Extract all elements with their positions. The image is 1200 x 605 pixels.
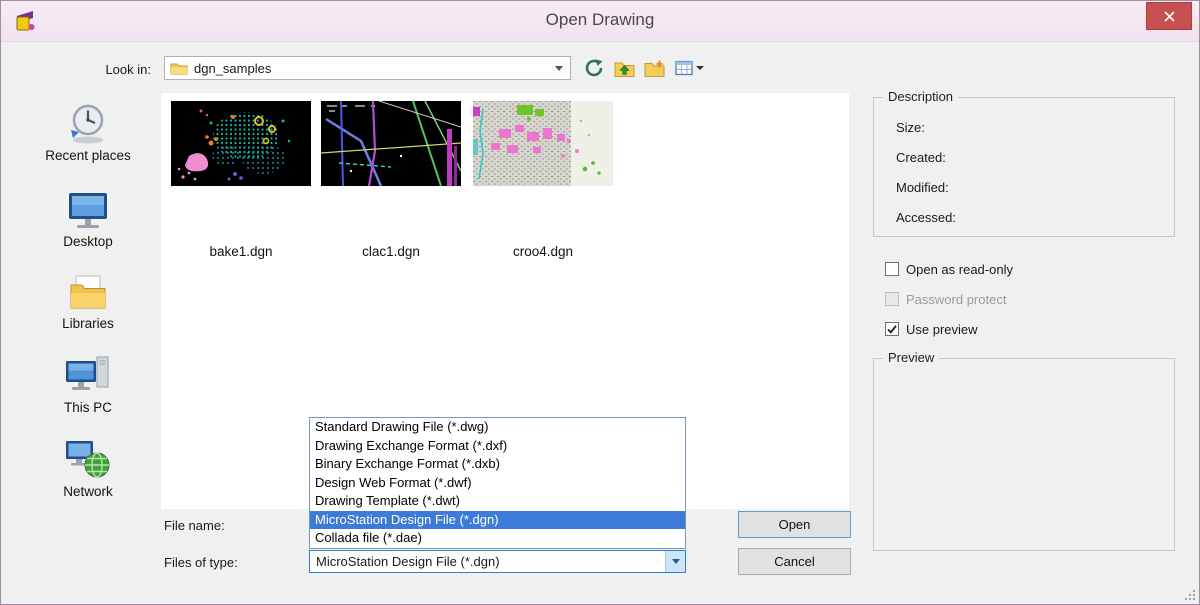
files-of-type-label: Files of type: [164, 555, 238, 570]
file-type-dropdown-list: Standard Drawing File (*.dwg) Drawing Ex… [309, 417, 686, 549]
chevron-down-icon [672, 559, 680, 564]
close-button[interactable] [1146, 2, 1192, 30]
file-thumbnail [473, 101, 613, 186]
chevron-down-icon [555, 66, 563, 71]
open-read-only-checkbox[interactable]: Open as read-only [885, 261, 1013, 277]
sidebar-item-desktop[interactable]: Desktop [19, 189, 157, 249]
look-in-combo[interactable]: dgn_samples [164, 56, 571, 80]
look-in-label: Look in: [59, 62, 151, 77]
cancel-button-label: Cancel [774, 554, 814, 569]
checkbox-label: Use preview [906, 322, 978, 337]
description-groupbox: Description Size: Created: Modified: Acc… [873, 97, 1175, 237]
accessed-label: Accessed: [896, 210, 956, 225]
toolbar-icons [583, 58, 705, 78]
chevron-down-icon [696, 66, 704, 70]
desktop-icon [65, 189, 111, 231]
checkbox-label: Open as read-only [906, 262, 1013, 277]
file-item[interactable]: clac1.dgn [316, 101, 466, 259]
file-thumbnail [171, 101, 311, 186]
recent-places-icon [64, 99, 112, 145]
checkbox-checked [885, 322, 899, 336]
cancel-button[interactable]: Cancel [738, 548, 851, 575]
checkbox-disabled [885, 292, 899, 306]
up-one-level-button[interactable] [613, 58, 635, 78]
back-icon [584, 58, 604, 78]
preview-title: Preview [883, 350, 939, 365]
folder-icon [170, 61, 188, 75]
dropdown-option-selected[interactable]: MicroStation Design File (*.dgn) [310, 511, 685, 530]
use-preview-checkbox[interactable]: Use preview [885, 321, 978, 337]
sidebar-item-label: This PC [19, 400, 157, 415]
files-of-type-value: MicroStation Design File (*.dgn) [310, 554, 665, 569]
sidebar-item-this-pc[interactable]: This PC [19, 353, 157, 415]
view-menu-button[interactable] [673, 58, 705, 78]
file-name: croo4.dgn [468, 244, 618, 259]
file-name: clac1.dgn [316, 244, 466, 259]
file-thumbnail [321, 101, 461, 186]
open-button[interactable]: Open [738, 511, 851, 538]
dropdown-option[interactable]: Standard Drawing File (*.dwg) [310, 418, 685, 437]
sidebar-item-network[interactable]: Network [19, 437, 157, 499]
dropdown-option[interactable]: Drawing Exchange Format (*.dxf) [310, 437, 685, 456]
dropdown-option[interactable]: Drawing Template (*.dwt) [310, 492, 685, 511]
libraries-icon [65, 271, 111, 313]
file-item[interactable]: croo4.dgn [468, 101, 618, 259]
file-name: bake1.dgn [166, 244, 316, 259]
file-name-label: File name: [164, 518, 225, 533]
file-item[interactable]: bake1.dgn [166, 101, 316, 259]
title-bar[interactable]: Open Drawing [1, 1, 1199, 42]
back-button[interactable] [583, 58, 605, 78]
created-label: Created: [896, 150, 946, 165]
window-title: Open Drawing [1, 10, 1199, 30]
new-folder-icon [644, 59, 665, 78]
network-icon [64, 437, 112, 481]
this-pc-icon [64, 353, 112, 397]
sidebar-item-libraries[interactable]: Libraries [19, 271, 157, 331]
new-folder-button[interactable] [643, 58, 665, 78]
sidebar-item-label: Desktop [19, 234, 157, 249]
size-label: Size: [896, 120, 925, 135]
combo-arrow-button[interactable] [665, 551, 685, 572]
sidebar-item-recent-places[interactable]: Recent places [19, 99, 157, 163]
up-one-level-icon [614, 59, 635, 78]
password-protect-checkbox[interactable]: Password protect [885, 291, 1006, 307]
sidebar-item-label: Libraries [19, 316, 157, 331]
close-icon [1164, 11, 1175, 22]
preview-groupbox: Preview [873, 358, 1175, 551]
checkbox-unchecked [885, 262, 899, 276]
open-button-label: Open [779, 517, 811, 532]
resize-grip[interactable] [1183, 588, 1196, 601]
sidebar-item-label: Network [19, 484, 157, 499]
modified-label: Modified: [896, 180, 949, 195]
checkbox-label: Password protect [906, 292, 1006, 307]
description-title: Description [883, 89, 958, 104]
sidebar-item-label: Recent places [19, 148, 157, 163]
dropdown-option[interactable]: Binary Exchange Format (*.dxb) [310, 455, 685, 474]
open-drawing-dialog: Open Drawing Look in: dgn_samples [0, 0, 1200, 605]
view-menu-icon [675, 60, 693, 76]
dropdown-option[interactable]: Collada file (*.dae) [310, 529, 685, 548]
places-sidebar: Recent places Desktop Libraries [19, 93, 157, 573]
look-in-value: dgn_samples [194, 61, 271, 76]
files-of-type-combo[interactable]: MicroStation Design File (*.dgn) [309, 550, 686, 573]
dropdown-option[interactable]: Design Web Format (*.dwf) [310, 474, 685, 493]
check-icon [886, 323, 898, 335]
